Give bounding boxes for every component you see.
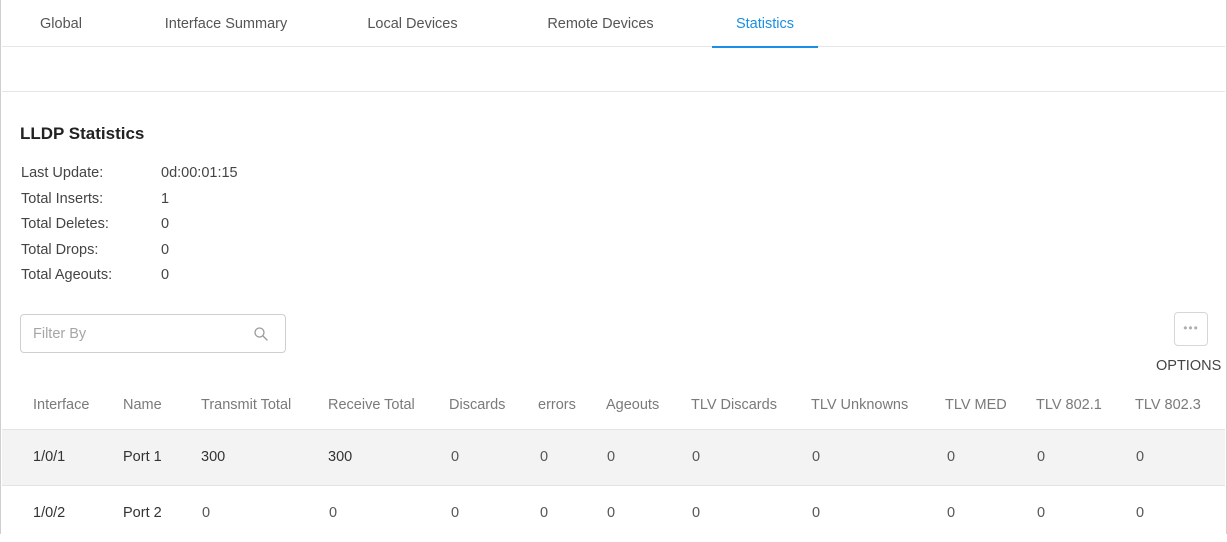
tab-interface-summary[interactable]: Interface Summary	[147, 0, 305, 47]
tab-statistics[interactable]: Statistics	[712, 0, 818, 48]
cell-ageouts: 0	[607, 449, 616, 465]
column-header-tlv-8023[interactable]: TLV 802.3	[1135, 397, 1201, 413]
column-header-interface[interactable]: Interface	[33, 397, 89, 413]
tab-local-devices[interactable]: Local Devices	[345, 0, 480, 47]
search-icon[interactable]	[253, 326, 269, 342]
cell-receive-total: 0	[329, 505, 338, 521]
page-title: LLDP Statistics	[20, 124, 145, 143]
cell-tlv-8021: 0	[1037, 505, 1046, 521]
stat-label: Total Inserts:	[21, 190, 104, 207]
more-horizontal-icon: •••	[1183, 321, 1199, 335]
column-header-tlv-med[interactable]: TLV MED	[945, 397, 1007, 413]
column-header-tlv-8021[interactable]: TLV 802.1	[1036, 397, 1102, 413]
stat-value: 0d:00:01:15	[161, 165, 238, 181]
column-header-errors[interactable]: errors	[538, 397, 576, 413]
cell-receive-total: 300	[328, 449, 353, 465]
cell-interface: 1/0/1	[33, 449, 66, 465]
cell-tlv-discards: 0	[692, 449, 701, 465]
statistics-table: Interface Name Transmit Total Receive To…	[2, 380, 1225, 542]
column-header-discards[interactable]: Discards	[449, 397, 505, 413]
column-header-receive-total[interactable]: Receive Total	[328, 397, 415, 413]
stat-value: 0	[161, 267, 170, 283]
cell-tlv-med: 0	[947, 449, 956, 465]
stat-value: 0	[161, 216, 170, 232]
cell-transmit-total: 300	[201, 449, 226, 465]
column-header-ageouts[interactable]: Ageouts	[606, 397, 659, 413]
cell-tlv-8023: 0	[1136, 449, 1145, 465]
cell-errors: 0	[540, 449, 549, 465]
stat-label: Total Ageouts:	[21, 267, 113, 283]
tab-remote-devices[interactable]: Remote Devices	[528, 0, 673, 47]
filter-box	[20, 314, 286, 353]
cell-tlv-8023: 0	[1136, 505, 1145, 521]
column-header-transmit-total[interactable]: Transmit Total	[201, 397, 291, 413]
cell-transmit-total: 0	[202, 505, 211, 521]
divider	[2, 91, 1225, 92]
stat-value: 1	[161, 190, 170, 207]
cell-tlv-unknowns: 0	[812, 449, 821, 465]
cell-interface: 1/0/2	[33, 505, 66, 521]
cell-name: Port 1	[123, 449, 162, 465]
cell-ageouts: 0	[607, 505, 616, 521]
table-row[interactable]: 1/0/1 Port 1 300 300 0 0 0 0 0 0 0 0	[2, 430, 1225, 486]
column-header-tlv-unknowns[interactable]: TLV Unknowns	[811, 397, 908, 413]
cell-discards: 0	[451, 449, 460, 465]
filter-input[interactable]	[33, 323, 243, 345]
options-label: OPTIONS	[1156, 358, 1222, 374]
cell-name: Port 2	[123, 505, 162, 521]
column-header-name[interactable]: Name	[123, 397, 162, 413]
cell-tlv-discards: 0	[692, 505, 701, 521]
stat-value: 0	[161, 241, 170, 258]
options-button[interactable]: •••	[1174, 312, 1208, 346]
stat-label: Total Deletes:	[21, 216, 109, 232]
cell-tlv-8021: 0	[1037, 449, 1046, 465]
table-header: Interface Name Transmit Total Receive To…	[2, 380, 1225, 430]
stat-label: Last Update:	[21, 165, 104, 181]
tab-bar: Global Interface Summary Local Devices R…	[2, 0, 1225, 48]
cell-errors: 0	[540, 505, 549, 521]
cell-tlv-med: 0	[947, 505, 956, 521]
cell-tlv-unknowns: 0	[812, 505, 821, 521]
lldp-statistics-panel: Global Interface Summary Local Devices R…	[0, 0, 1227, 534]
tab-global[interactable]: Global	[2, 0, 120, 47]
column-header-tlv-discards[interactable]: TLV Discards	[691, 397, 777, 413]
cell-discards: 0	[451, 505, 460, 521]
stat-label: Total Drops:	[21, 241, 99, 258]
